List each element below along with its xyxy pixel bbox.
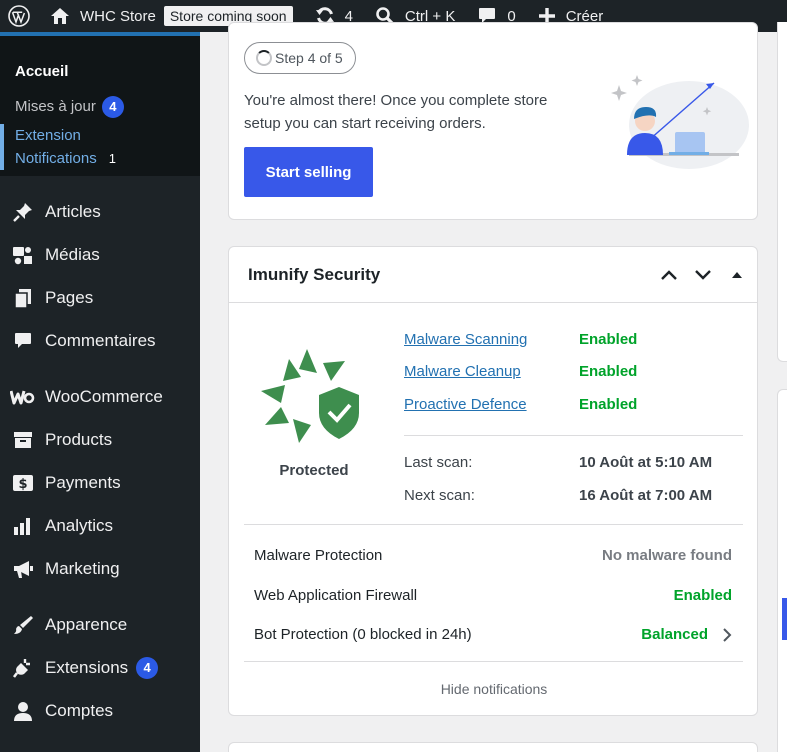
protection-row: Malware Protection No malware found (254, 547, 732, 564)
imunify-security-widget: Imunify Security Protected Malware Scann… (228, 246, 758, 716)
menu-label: Products (45, 429, 113, 449)
menu-medias[interactable]: Médias (0, 233, 200, 276)
menu-label: Payments (45, 472, 121, 492)
paintbrush-icon (10, 612, 36, 638)
site-name: WHC Store (80, 7, 156, 25)
menu-label: Extensions (45, 657, 129, 677)
menu-label: Commentaires (45, 330, 156, 350)
menu-label: WooCommerce (45, 386, 163, 406)
menu-articles[interactable]: Articles (0, 190, 200, 233)
protection-value: No malware found (601, 547, 732, 564)
menu-separator (0, 362, 200, 375)
next-scan-label: Next scan: (404, 487, 475, 504)
right-column-card (777, 389, 787, 752)
plug-icon (10, 655, 36, 681)
right-column-card (777, 22, 787, 362)
move-down-chevron-icon[interactable] (691, 263, 715, 287)
start-selling-button[interactable]: Start selling (244, 147, 373, 197)
woo-icon (10, 384, 36, 410)
menu-extensions[interactable]: Extensions 4 (0, 646, 200, 689)
pages-icon (10, 285, 36, 311)
malware-scanning-status: Enabled (579, 331, 638, 348)
malware-scanning-link[interactable]: Malware Scanning (404, 331, 527, 348)
proactive-defence-link[interactable]: Proactive Defence (404, 396, 527, 413)
divider (404, 435, 743, 436)
protection-value: Enabled (673, 587, 732, 604)
comment-icon (10, 328, 36, 354)
admin-menu: Articles Médias Pages Commentaires WooCo… (0, 190, 200, 732)
last-scan-label: Last scan: (404, 454, 473, 471)
last-scan-value: 10 Août at 5:10 AM (579, 454, 713, 471)
malware-cleanup-link[interactable]: Malware Cleanup (404, 363, 521, 380)
divider (244, 524, 743, 525)
step-progress-pill: Step 4 of 5 (244, 42, 356, 74)
extensions-badge: 4 (136, 656, 159, 679)
launch-illustration-icon (611, 75, 749, 169)
menu-products[interactable]: Products (0, 418, 200, 461)
protection-row: Web Application Firewall Enabled (254, 587, 732, 604)
chevron-right-icon[interactable] (722, 627, 732, 642)
wordpress-logo-icon[interactable] (0, 0, 42, 32)
protection-label: Malware Protection (254, 547, 383, 564)
user-icon (10, 698, 36, 724)
megaphone-icon (10, 556, 36, 582)
bot-protection-row[interactable]: Bot Protection (0 blocked in 24h) Balanc… (254, 626, 732, 643)
menu-label: Comptes (45, 700, 114, 720)
protection-status: Protected (279, 462, 349, 479)
menu-label: Médias (45, 244, 100, 264)
move-up-chevron-icon[interactable] (657, 263, 681, 287)
submenu-extension-notifications[interactable]: Extension Notifications 1 (0, 124, 200, 170)
widget-title: Imunify Security (248, 264, 381, 284)
menu-apparence[interactable]: Apparence (0, 603, 200, 646)
menu-label: Marketing (45, 558, 120, 578)
protection-value: Balanced (641, 626, 708, 643)
next-widget-card (228, 742, 758, 752)
svg-text:$: $ (18, 477, 27, 492)
menu-commentaires[interactable]: Commentaires (0, 319, 200, 362)
widget-header: Imunify Security (229, 247, 757, 303)
menu-marketing[interactable]: Marketing (0, 547, 200, 590)
submenu-ext-line1: Extension (15, 127, 81, 144)
submenu-home[interactable]: Accueil (0, 60, 200, 83)
menu-separator (0, 590, 200, 603)
malware-cleanup-status: Enabled (579, 363, 638, 380)
pin-icon (10, 199, 36, 225)
divider (244, 661, 743, 662)
menu-comptes[interactable]: Comptes (0, 689, 200, 732)
updates-badge: 4 (101, 95, 124, 118)
collapse-toggle-icon[interactable] (725, 263, 749, 287)
next-scan-value: 16 Août at 7:00 AM (579, 487, 713, 504)
menu-label: Apparence (45, 614, 128, 634)
ext-notif-count: 1 (108, 151, 116, 166)
submenu-ext-line2: Notifications (15, 150, 97, 167)
hide-notifications-link[interactable]: Hide notifications (229, 681, 759, 697)
widget-controls (657, 263, 749, 287)
menu-payments[interactable]: $ Payments (0, 461, 200, 504)
dashboard-submenu: Accueil Mises à jour 4 Extension Notific… (0, 36, 200, 176)
protection-label: Bot Protection (0 blocked in 24h) (254, 626, 472, 643)
menu-label: Analytics (45, 515, 114, 535)
menu-label: Articles (45, 201, 101, 221)
dollar-icon: $ (10, 470, 36, 496)
proactive-defence-status: Enabled (579, 396, 638, 413)
setup-message: You're almost there! Once you complete s… (244, 92, 548, 132)
menu-pages[interactable]: Pages (0, 276, 200, 319)
menu-analytics[interactable]: Analytics (0, 504, 200, 547)
imunify-shield-logo-icon (261, 349, 359, 443)
protection-label: Web Application Firewall (254, 587, 418, 604)
progress-ring-icon (256, 50, 272, 66)
menu-woocommerce[interactable]: WooCommerce (0, 375, 200, 418)
submenu-updates[interactable]: Mises à jour 4 (0, 95, 200, 118)
archive-icon (10, 427, 36, 453)
step-label: Step 4 of 5 (275, 50, 343, 66)
media-icon (10, 242, 36, 268)
submenu-updates-label: Mises à jour (15, 98, 96, 115)
main-content: Step 4 of 5 You're almost there! Once yo… (200, 22, 787, 752)
admin-sidebar: Accueil Mises à jour 4 Extension Notific… (0, 32, 200, 752)
bar-chart-icon (10, 513, 36, 539)
store-setup-card: Step 4 of 5 You're almost there! Once yo… (228, 22, 758, 220)
right-column-button-edge[interactable] (782, 598, 787, 640)
menu-label: Pages (45, 287, 94, 307)
home-icon (51, 8, 69, 24)
